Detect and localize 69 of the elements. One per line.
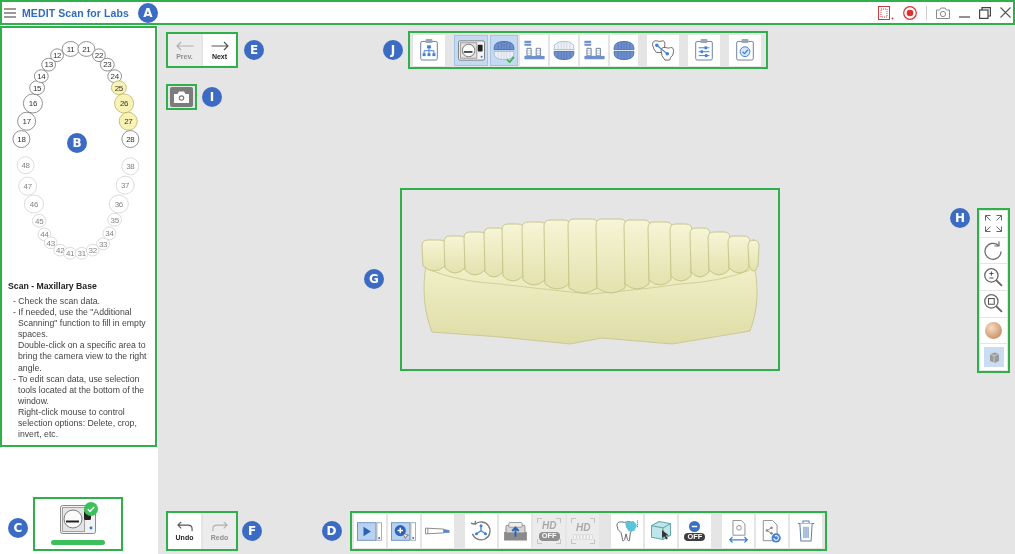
camera-icon [936,6,950,19]
restore-icon [979,6,991,19]
tool-button[interactable] [644,514,677,548]
minus-circle-icon [689,520,701,532]
file-transfer-icon [727,519,749,543]
step-title: Scan - Maxillary Base [8,281,98,292]
zoom-area-icon [984,294,1003,314]
callout-marker: G [364,269,384,289]
app-title: MEDIT Scan for Labs [22,6,129,19]
instruction-note: Double-click on a specific area to bring the camera view to the right angle. [17,340,148,374]
instruction-text: - Check the scan data. [13,296,101,308]
view-button[interactable] [980,237,1007,264]
view-button[interactable] [980,344,1007,371]
teeth-icon [652,39,674,61]
clipboard-icon [418,39,440,61]
record-icon [903,5,917,20]
camera-icon [174,91,189,103]
menu-icon [4,7,16,18]
tooth-select-icon [614,520,639,542]
tool-button[interactable] [465,514,498,548]
expand-icon [985,215,1002,233]
tool-button[interactable] [353,514,386,548]
trash-icon [797,520,816,542]
callout-marker: A [137,2,158,23]
zoom-icon [984,267,1003,287]
undo-icon [176,521,193,532]
sliders-clipboard-icon [693,39,715,61]
file-share-icon [762,519,783,543]
callout-marker: F [242,521,262,541]
tool-button[interactable] [756,514,789,548]
redo-icon [211,521,228,532]
jaws-icon [613,40,635,60]
callout-marker: J [383,40,403,60]
step-button[interactable] [454,34,488,66]
cube-select-icon [649,521,672,541]
cube-icon [983,347,1004,368]
check-clipboard-icon [734,39,756,61]
close-icon [1000,7,1011,18]
scanner-tray-icon [503,521,527,541]
callout-marker: I [202,87,222,107]
lower-jaw-icon [553,40,575,60]
view-button[interactable] [980,264,1007,290]
view-button[interactable] [980,291,1007,317]
rotate-axes-icon [470,520,493,542]
upper-jaw-icon [493,40,515,60]
callout-marker: D [321,521,342,541]
tool-button[interactable] [499,514,532,548]
teeth-row-icon [573,533,594,540]
callout-marker: E [244,40,264,60]
scanner-card[interactable] [33,497,123,551]
view-button[interactable] [980,211,1007,237]
abutment-icon [583,40,605,60]
screen-frame-icon [878,5,894,20]
instruction-text: - If needed, use the "Additional Scanning" function to fill in empty spaces. [13,307,147,341]
scanner-tip-icon [425,526,450,536]
scanner-icon [457,39,485,61]
sphere-icon [985,322,1002,339]
callout-marker: H [950,208,970,228]
callout-marker: B [67,133,87,153]
rotate-icon [984,241,1003,260]
tool-button[interactable] [387,514,420,548]
instruction-note: Right-click mouse to control selection options: Delete, crop, invert, etc. [17,406,138,441]
minimize-icon [959,16,970,18]
view-button[interactable] [980,317,1007,344]
left-arrow-icon [175,40,194,51]
instruction-text: - To edit scan data, use selection tools located at the bottom of the window. [13,373,146,407]
abutment-icon [523,40,545,60]
callout-marker: C [8,518,28,538]
right-arrow-icon [210,40,229,51]
